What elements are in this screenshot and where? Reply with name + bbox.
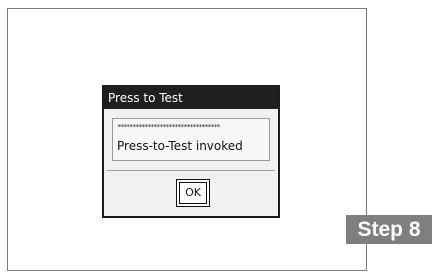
step-badge: Step 8 [346,215,432,244]
press-to-test-dialog: Press to Test **************************… [102,85,280,218]
message-panel: ********************************** Press… [112,118,270,161]
device-screen: Press to Test **************************… [7,8,367,271]
press-to-test-message: Press-to-Test invoked [117,139,243,153]
screenshot-page: Press to Test **************************… [0,0,432,276]
dialog-divider [107,170,275,171]
ok-button[interactable]: OK [176,179,210,207]
asterisk-line: ********************************** [117,123,221,131]
dialog-title: Press to Test [104,87,278,109]
